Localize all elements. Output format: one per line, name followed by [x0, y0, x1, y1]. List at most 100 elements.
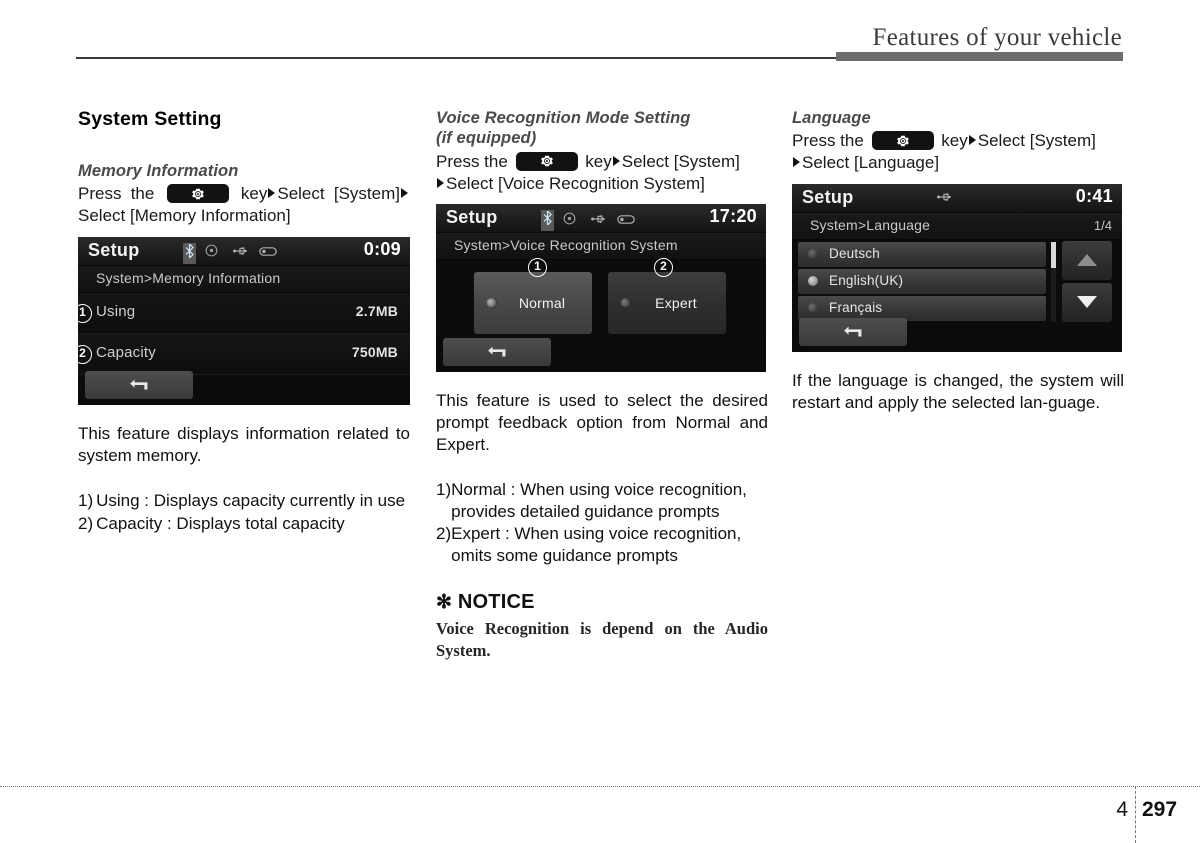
device-clock: 0:09 [363, 238, 401, 259]
setup-key-icon [515, 151, 578, 171]
instruction-text-key: key [585, 151, 612, 171]
list-item-marker: 2) [78, 513, 94, 533]
instruction-text-select-voice-recognition-system: Select [Voice Recognition System] [446, 173, 705, 193]
language-row-english-uk[interactable]: English(UK) [798, 268, 1046, 294]
device-breadcrumb: System>Memory Information [78, 265, 410, 293]
footer-divider [0, 786, 1200, 787]
device-topbar: Setup 0:41 [792, 183, 1122, 213]
memory-row-label: Using [96, 302, 136, 320]
aux-icon [259, 244, 277, 262]
usb-icon [937, 190, 954, 208]
device-breadcrumb: System>Language 1/4 [792, 212, 1122, 240]
instruction-text-press-the: Press the [78, 184, 155, 204]
device-breadcrumb-text: System>Memory Information [96, 269, 281, 286]
notice-heading-text: NOTICE [457, 591, 535, 614]
language-row-label: Deutsch [829, 245, 880, 261]
header-rule-thin [76, 57, 838, 59]
memory-row-label: Capacity [96, 343, 156, 361]
memory-row-using[interactable]: 1 Using 2.7MB [78, 292, 410, 334]
device-clock: 0:41 [1075, 185, 1113, 206]
setup-key-icon [166, 184, 229, 204]
instruction-memory-information: Press the key Select [System] Select [Mem… [78, 183, 410, 227]
scroll-down-button[interactable] [1062, 282, 1112, 322]
device-clock: 17:20 [709, 206, 757, 227]
language-row-deutsch[interactable]: Deutsch [798, 241, 1046, 267]
scroll-up-button[interactable] [1062, 240, 1112, 280]
device-breadcrumb-text: System>Voice Recognition System [454, 237, 678, 254]
paragraph-voice-description: This feature is used to select the desir… [436, 391, 768, 454]
bluetooth-icon [541, 209, 554, 232]
scrollbar[interactable] [1051, 241, 1056, 322]
step-arrow-icon [268, 188, 276, 199]
list-item: 1) Using : Displays capacity currently i… [78, 490, 410, 512]
device-breadcrumb-text: System>Language [810, 216, 931, 233]
device-status-icons [541, 209, 635, 232]
page-title: Features of your vehicle [872, 24, 1122, 51]
radio-unselected-icon [808, 249, 818, 260]
callout-number-1: 1 [78, 303, 92, 323]
subsection-title-line1: Voice Recognition Mode Setting [436, 109, 691, 127]
gear-icon [896, 135, 909, 147]
bluetooth-icon [183, 242, 196, 264]
device-screenshot-voice-recognition: Setup 17:20 System>Voice Recognition Sys… [436, 204, 766, 373]
list-item-text: Capacity : Displays total capacity [96, 513, 345, 533]
step-arrow-icon [968, 135, 976, 146]
header-rule-thick [836, 52, 1123, 61]
voice-option-expert[interactable]: Expert [608, 272, 726, 335]
list-item: 2) Expert : When using voice recognition… [436, 523, 768, 566]
device-back-button[interactable] [85, 370, 193, 399]
memory-row-value: 750MB [351, 343, 398, 360]
disc-icon [205, 244, 218, 262]
subsection-title-line2: (if equipped) [436, 129, 537, 148]
column-system-setting: System Setting Memory Information Press … [78, 108, 410, 535]
paragraph-language-description: If the language is changed, the system w… [792, 370, 1124, 412]
gear-icon [540, 156, 553, 167]
device-screenshot-language: Setup 0:41 System>Language 1/4 Deutsch E… [792, 183, 1122, 352]
setup-key-icon [871, 131, 934, 151]
device-title: Setup [446, 207, 498, 228]
list-item: 2) Capacity : Displays total capacity [78, 513, 410, 535]
list-item-marker: 2) [436, 524, 452, 544]
footer-chapter-number: 4 [1116, 798, 1128, 821]
device-topbar: Setup 17:20 [436, 204, 766, 234]
instruction-text-press-the: Press the [436, 151, 508, 171]
footer-page-number: 297 [1142, 798, 1178, 821]
list-item-marker: 1) [78, 491, 94, 511]
page-header: Features of your vehicle [0, 0, 1200, 70]
device-title: Setup [802, 186, 854, 207]
device-back-button[interactable] [799, 317, 907, 346]
back-arrow-icon [844, 326, 862, 337]
notice-heading: ✻ NOTICE [436, 591, 768, 614]
list-memory-items: 1) Using : Displays capacity currently i… [78, 490, 410, 534]
device-status-icons [937, 190, 954, 208]
step-arrow-icon [793, 157, 800, 168]
voice-option-normal[interactable]: Normal [474, 272, 592, 335]
list-item-text: Normal : When using voice recognition, p… [451, 480, 747, 521]
callout-number-2: 2 [78, 344, 92, 364]
column-language: Language Press the key Select [System] Se… [792, 108, 1124, 413]
device-title: Setup [88, 239, 140, 260]
voice-option-label: Expert [655, 295, 697, 312]
scrollbar-thumb[interactable] [1051, 241, 1056, 268]
gear-icon [191, 188, 204, 200]
device-screenshot-memory-information: Setup 0:09 System>Memory Information 1 U… [78, 236, 410, 405]
memory-row-value: 2.7MB [355, 302, 398, 319]
back-arrow-icon [488, 347, 506, 357]
list-voice-items: 1) Normal : When using voice recognition… [436, 479, 768, 566]
instruction-text-key: key [941, 131, 968, 151]
subsection-title-memory-information: Memory Information [78, 162, 239, 180]
back-arrow-icon [130, 379, 148, 390]
device-topbar: Setup 0:09 [78, 236, 410, 266]
language-row-label: English(UK) [829, 272, 904, 288]
memory-row-capacity[interactable]: 2 Capacity 750MB [78, 333, 410, 375]
device-back-button[interactable] [443, 338, 551, 367]
chevron-up-icon [1077, 254, 1097, 267]
subsection-title-voice-recognition: Voice Recognition Mode Setting (if equip… [436, 108, 768, 149]
list-item: 1) Normal : When using voice recognition… [436, 479, 768, 522]
radio-unselected-icon [808, 303, 818, 314]
instruction-voice-recognition: Press the key Select [System] Select [Voi… [436, 151, 768, 195]
section-title-system-setting: System Setting [78, 108, 222, 130]
language-list: Deutsch English(UK) Français [792, 239, 1122, 326]
radio-selected-icon [808, 276, 818, 287]
instruction-text-select-system: Select [System] [977, 131, 1096, 151]
